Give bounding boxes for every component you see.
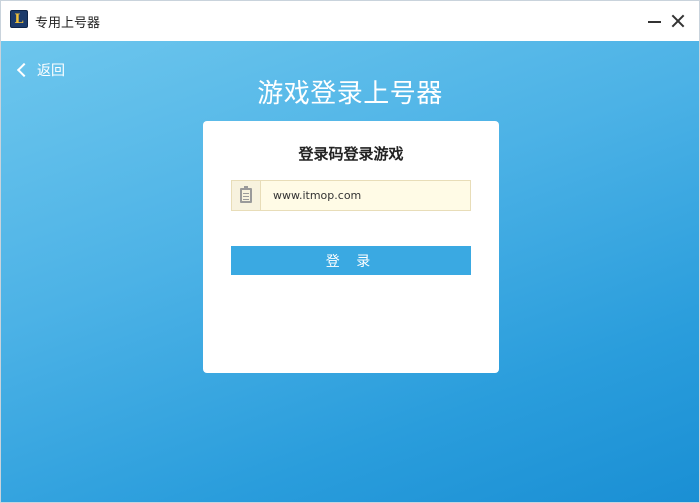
app-logo-icon: L bbox=[10, 10, 28, 28]
login-code-input[interactable] bbox=[261, 181, 470, 210]
close-icon[interactable] bbox=[669, 12, 687, 30]
login-card: 登录码登录游戏 登 录 bbox=[203, 121, 499, 373]
paste-button[interactable] bbox=[232, 181, 261, 210]
app-logo-letter: L bbox=[14, 11, 24, 27]
page-title: 游戏登录上号器 bbox=[257, 79, 443, 109]
minimize-icon[interactable] bbox=[645, 12, 663, 30]
login-card-title: 登录码登录游戏 bbox=[298, 145, 404, 163]
app-window: L 专用上号器 返回 游戏登录上号器 登录码登录游戏 登 录 bbox=[0, 0, 700, 503]
login-button[interactable]: 登 录 bbox=[231, 246, 471, 275]
clipboard-icon bbox=[240, 186, 252, 203]
window-title: 专用上号器 bbox=[35, 16, 101, 31]
title-bar[interactable]: L 专用上号器 bbox=[1, 1, 699, 41]
login-code-field bbox=[231, 180, 471, 211]
main-content: 返回 游戏登录上号器 登录码登录游戏 登 录 bbox=[1, 41, 699, 502]
